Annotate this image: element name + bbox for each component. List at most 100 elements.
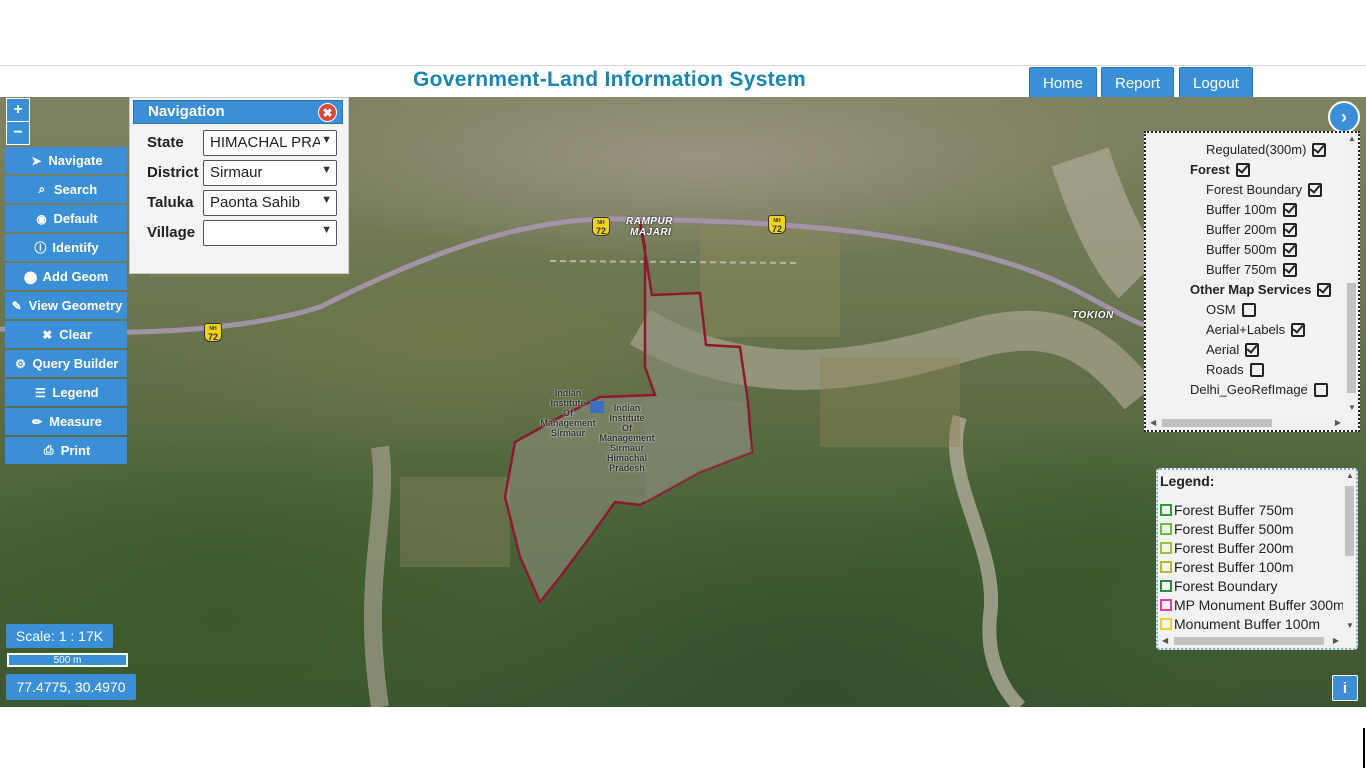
layer-item: Buffer 500m	[1206, 242, 1297, 257]
layer-checkbox[interactable]	[1282, 262, 1297, 277]
print-icon: ⎙	[43, 443, 54, 457]
chevron-right-icon[interactable]: ›	[1328, 101, 1360, 133]
layer-label: Forest	[1190, 162, 1230, 177]
legend-item: Forest Buffer 100m	[1160, 559, 1294, 575]
district-row: District Sirmaur ▼	[147, 160, 342, 186]
legend-label: Forest Buffer 200m	[1174, 540, 1294, 556]
layer-item: Buffer 200m	[1206, 222, 1297, 237]
globe-icon: ◉	[36, 211, 47, 226]
scrollbar-thumb[interactable]	[1345, 486, 1354, 556]
state-select[interactable]: HIMACHAL PRA ▼	[203, 130, 337, 156]
village-row: Village ▼	[147, 220, 342, 246]
send-icon: ➤	[31, 153, 42, 168]
layer-checkbox[interactable]	[1282, 202, 1297, 217]
layer-checkbox[interactable]	[1313, 382, 1328, 397]
chevron-down-icon: ▼	[321, 194, 332, 206]
print-button[interactable]: ⎙ Print	[5, 437, 127, 464]
layer-item: Roads	[1206, 362, 1264, 377]
legend-swatch	[1160, 561, 1172, 573]
chevron-down-icon: ▼	[321, 164, 332, 176]
district-select[interactable]: Sirmaur ▼	[203, 160, 337, 186]
layer-item: Regulated(300m)	[1206, 142, 1327, 157]
layer-label: Forest Boundary	[1206, 182, 1303, 197]
layer-panel: Regulated(300m) Forest Forest Boundary Buff…	[1144, 131, 1360, 432]
map-marker-icon: ⬤	[23, 269, 38, 284]
scrollbar-thumb[interactable]	[1174, 637, 1324, 645]
identify-button[interactable]: ⓘ Identify	[5, 234, 127, 261]
taluka-row: Taluka Paonta Sahib ▼	[147, 190, 342, 216]
layer-item: OSM	[1206, 302, 1256, 317]
state-label: State	[147, 134, 184, 151]
zoom-out-button[interactable]: −	[6, 121, 30, 145]
scale-bar: 500 m	[7, 653, 128, 667]
add-geom-button[interactable]: ⬤ Add Geom	[5, 263, 127, 290]
measure-button[interactable]: ✏ Measure	[5, 408, 127, 435]
legend-label: Forest Buffer 750m	[1174, 502, 1294, 518]
default-button[interactable]: ◉ Default	[5, 205, 127, 232]
layer-checkbox[interactable]	[1241, 302, 1256, 317]
layer-label: Regulated(300m)	[1206, 142, 1307, 157]
vertical-scrollbar[interactable]: ▲ ▼	[1345, 133, 1358, 414]
layer-checkbox[interactable]	[1235, 162, 1250, 177]
place-label: RAMPUR	[626, 216, 673, 227]
legend-item: Forest Boundary	[1160, 578, 1278, 594]
layer-checkbox[interactable]	[1308, 182, 1323, 197]
layer-label: Buffer 750m	[1206, 262, 1277, 277]
taluka-select[interactable]: Paonta Sahib ▼	[203, 190, 337, 216]
close-icon[interactable]: ✖	[318, 103, 337, 122]
layer-item: Aerial	[1206, 342, 1260, 357]
clear-button[interactable]: ✖ Clear	[5, 321, 127, 348]
layer-checkbox[interactable]	[1249, 362, 1264, 377]
layer-checkbox[interactable]	[1245, 342, 1260, 357]
search-icon: ⌕	[38, 182, 46, 196]
legend-button[interactable]: ☰ Legend	[5, 379, 127, 406]
layer-checkbox[interactable]	[1312, 142, 1327, 157]
list-icon: ☰	[34, 385, 46, 400]
report-button[interactable]: Report	[1101, 67, 1174, 99]
query-builder-button[interactable]: ⚙ Query Builder	[5, 350, 127, 377]
horizontal-scrollbar[interactable]: ◀ ▶	[1158, 634, 1343, 648]
logout-button[interactable]: Logout	[1179, 67, 1253, 99]
legend-item: Forest Buffer 750m	[1160, 502, 1294, 518]
village-label: Village	[147, 224, 196, 241]
layer-checkbox[interactable]	[1282, 242, 1297, 257]
vertical-scrollbar[interactable]: ▲ ▼	[1343, 470, 1356, 632]
layer-label: Buffer 100m	[1206, 202, 1277, 217]
layer-checkbox[interactable]	[1291, 322, 1306, 337]
legend-swatch	[1160, 618, 1172, 630]
highway-shield: NH 72	[592, 217, 610, 236]
place-label: MAJARI	[630, 227, 672, 238]
layer-item: Aerial+Labels	[1206, 322, 1306, 337]
place-label: TOKION	[1072, 310, 1114, 321]
legend-label: Forest Boundary	[1174, 578, 1278, 594]
window-edge-mark	[1363, 728, 1365, 768]
scrollbar-thumb[interactable]	[1162, 419, 1272, 427]
layer-label: Buffer 500m	[1206, 242, 1277, 257]
search-button[interactable]: ⌕ Search	[5, 176, 127, 203]
view-geometry-button[interactable]: ✎ View Geometry	[5, 292, 127, 319]
legend-item: MP Monument Buffer 300m	[1160, 597, 1345, 613]
navigate-button[interactable]: ➤ Navigate	[5, 147, 127, 174]
gear-icon: ⚙	[15, 356, 26, 371]
horizontal-scrollbar[interactable]: ◀ ▶	[1146, 416, 1345, 430]
tool-sidebar: ➤ Navigate ⌕ Search ◉ Default ⓘ Identify ⬤ Ad…	[5, 147, 127, 466]
layer-checkbox[interactable]	[1317, 282, 1332, 297]
navigation-panel-header: Navigation ✖	[133, 100, 343, 124]
layer-label: Other Map Services	[1190, 282, 1312, 297]
scale-ratio: Scale: 1 : 17K	[6, 624, 113, 648]
village-select[interactable]: ▼	[203, 220, 337, 246]
pin-icon: ✎	[11, 298, 22, 313]
info-icon[interactable]: i	[1332, 675, 1358, 701]
close-icon: ✖	[42, 327, 53, 342]
navigation-panel-title: Navigation	[148, 103, 225, 120]
legend-label: Forest Buffer 100m	[1174, 559, 1294, 575]
zoom-in-button[interactable]: +	[6, 98, 30, 122]
layer-label: Buffer 200m	[1206, 222, 1277, 237]
legend-item: Forest Buffer 200m	[1160, 540, 1294, 556]
legend-swatch	[1160, 580, 1172, 592]
scrollbar-thumb[interactable]	[1347, 283, 1356, 393]
layer-checkbox[interactable]	[1282, 222, 1297, 237]
app-header: Government-Land Information System Home …	[0, 65, 1366, 99]
home-button[interactable]: Home	[1029, 67, 1097, 99]
legend-swatch	[1160, 504, 1172, 516]
